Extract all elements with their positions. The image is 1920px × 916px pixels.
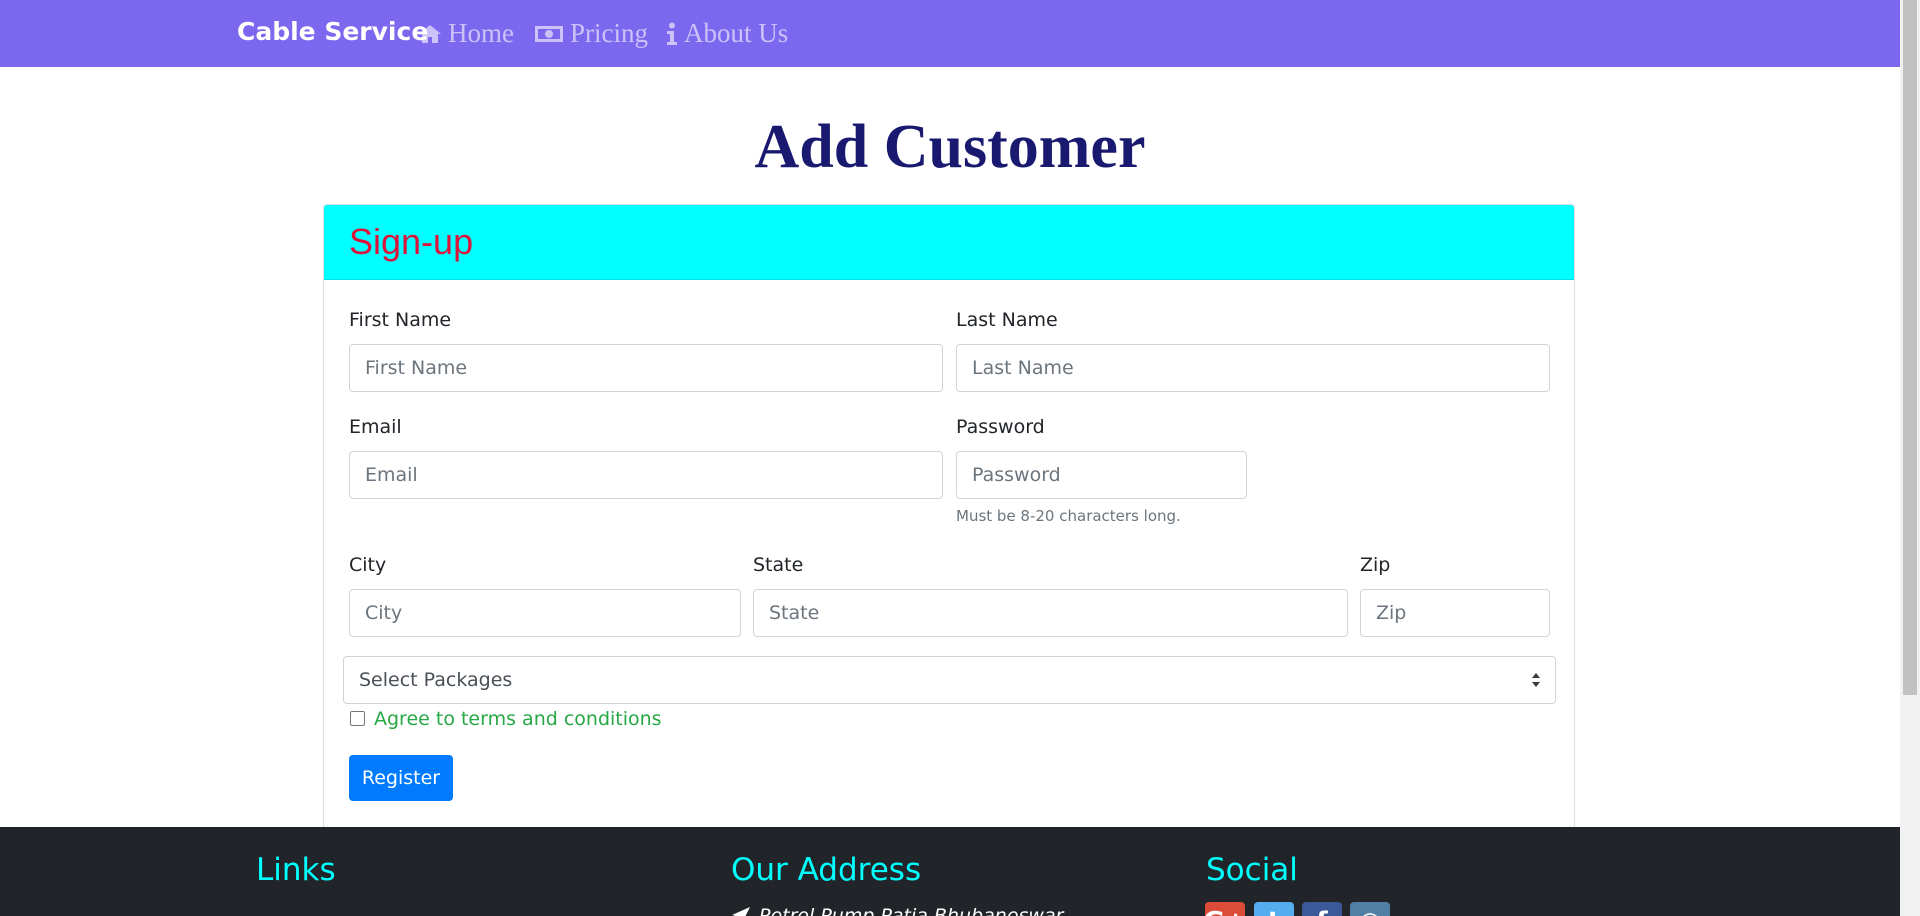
nav-item-label: Pricing [570,18,648,48]
footer-links-heading: Links [256,852,336,888]
state-input[interactable]: State [753,589,1348,637]
city-input[interactable]: City [349,589,741,637]
money-icon [535,25,563,42]
google-plus-icon[interactable]: G+ [1203,902,1247,916]
navbar: Cable Service Home Pricing About Us [0,0,1900,67]
info-icon [667,22,677,45]
footer-address-heading: Our Address [731,852,922,888]
email-label: Email [349,416,402,438]
password-help-text: Must be 8-20 characters long. [956,507,1181,525]
twitter-icon[interactable]: t [1254,902,1294,916]
zip-label: Zip [1360,554,1391,576]
terms-checkbox[interactable] [350,711,365,726]
packages-select-value: Select Packages [359,669,513,691]
navbar-brand[interactable]: Cable Service [237,17,428,46]
packages-select[interactable]: Select Packages [343,656,1556,704]
scrollbar-thumb[interactable] [1903,0,1917,695]
first-name-input[interactable]: First Name [349,344,943,392]
signup-card: Sign-up [323,204,1575,844]
home-icon [419,24,441,43]
footer-social-heading: Social [1206,852,1298,888]
facebook-icon[interactable]: f [1302,902,1342,916]
nav-item-pricing[interactable]: Pricing [534,18,648,49]
city-label: City [349,554,387,576]
nav-item-label: Home [448,18,514,48]
last-name-label: Last Name [956,309,1058,331]
instagram-icon[interactable]: ◎ [1350,902,1390,916]
nav-item-about-us[interactable]: About Us [666,18,788,49]
select-arrows-icon [1532,673,1540,687]
register-button[interactable]: Register [349,755,453,801]
first-name-label: First Name [349,309,452,331]
zip-input[interactable]: Zip [1360,589,1550,637]
password-input[interactable]: Password [956,451,1247,499]
terms-label[interactable]: Agree to terms and conditions [374,708,662,730]
last-name-input[interactable]: Last Name [956,344,1550,392]
paper-plane-icon [732,907,750,916]
state-label: State [753,554,804,576]
password-label: Password [956,416,1045,438]
card-header: Sign-up [324,205,1574,280]
card-header-title: Sign-up [349,221,474,262]
footer-address-line: Petrol Pump,Patia,Bhubaneswar [731,905,1063,916]
email-input[interactable]: Email [349,451,943,499]
nav-item-label: About Us [684,18,789,48]
nav-item-home[interactable]: Home [418,18,514,49]
page-title: Add Customer [754,113,1146,181]
footer: Links Our Address Social Petrol Pump,Pat… [0,827,1900,916]
address-text: Petrol Pump,Patia,Bhubaneswar [759,905,1064,916]
